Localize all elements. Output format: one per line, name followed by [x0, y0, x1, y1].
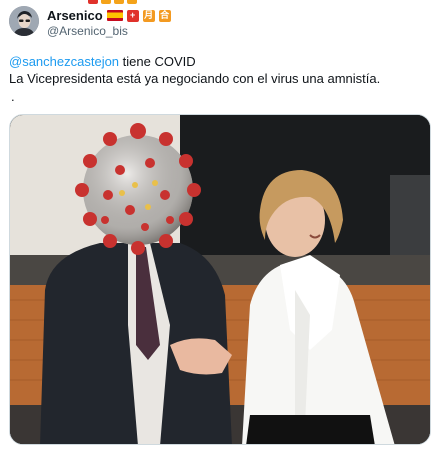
mention-link[interactable]: @sanchezcastejon	[9, 54, 119, 69]
spain-flag-icon	[106, 10, 123, 21]
tweet-dot: .	[11, 89, 15, 104]
tweet-text: @sanchezcastejon tiene COVID La Vicepres…	[9, 53, 439, 87]
author-name-row[interactable]: Arsenico + 月 合	[47, 8, 171, 23]
display-name[interactable]: Arsenico	[47, 8, 103, 23]
avatar-image	[9, 6, 39, 36]
orange-moon-icon: 月	[142, 9, 155, 22]
previous-tweet-edge	[0, 0, 448, 5]
tweet-line-1-text: tiene COVID	[119, 54, 196, 69]
red-plus-icon: +	[126, 9, 139, 22]
orange-badge-icon	[114, 0, 124, 4]
orange-badge-icon	[127, 0, 137, 4]
tweet-line-1: @sanchezcastejon tiene COVID	[9, 53, 439, 70]
user-handle[interactable]: @Arsenico_bis	[47, 24, 128, 38]
orange-badge-icon	[101, 0, 111, 4]
tweet-photo[interactable]	[9, 114, 431, 445]
orange-square-icon: 合	[158, 9, 171, 22]
avatar[interactable]	[9, 6, 39, 36]
red-badge-icon	[88, 0, 98, 4]
tweet-line-2: La Vicepresidenta está ya negociando con…	[9, 71, 381, 86]
photo-image	[10, 115, 430, 444]
